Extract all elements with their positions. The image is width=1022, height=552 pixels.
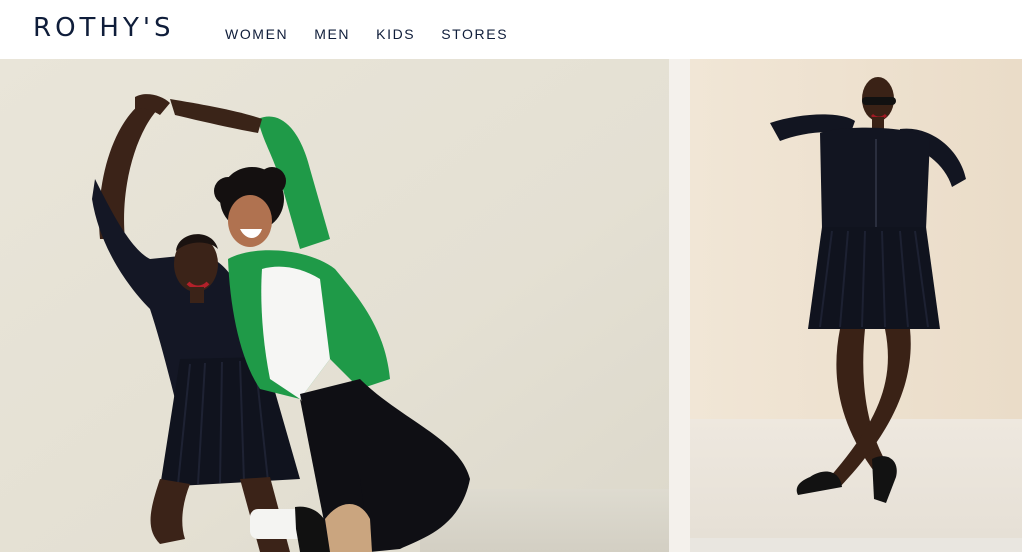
nav-item-men[interactable]: MEN [314, 25, 350, 43]
nav-item-stores[interactable]: STORES [441, 25, 508, 43]
brand-logo[interactable]: ROTHY'S [33, 12, 175, 44]
nav-item-women[interactable]: WOMEN [225, 25, 288, 43]
hero-illustration-left [0, 59, 669, 552]
hero-image-single-model[interactable] [690, 59, 1022, 538]
hero-image-two-models[interactable] [0, 59, 669, 552]
next-image-edge [690, 538, 1022, 552]
main-nav: WOMEN MEN KIDS STORES [225, 25, 534, 43]
image-gutter [669, 59, 690, 552]
hero-illustration-right [690, 59, 1022, 538]
site-header: ROTHY'S WOMEN MEN KIDS STORES [0, 0, 1022, 59]
nav-item-kids[interactable]: KIDS [376, 25, 415, 43]
